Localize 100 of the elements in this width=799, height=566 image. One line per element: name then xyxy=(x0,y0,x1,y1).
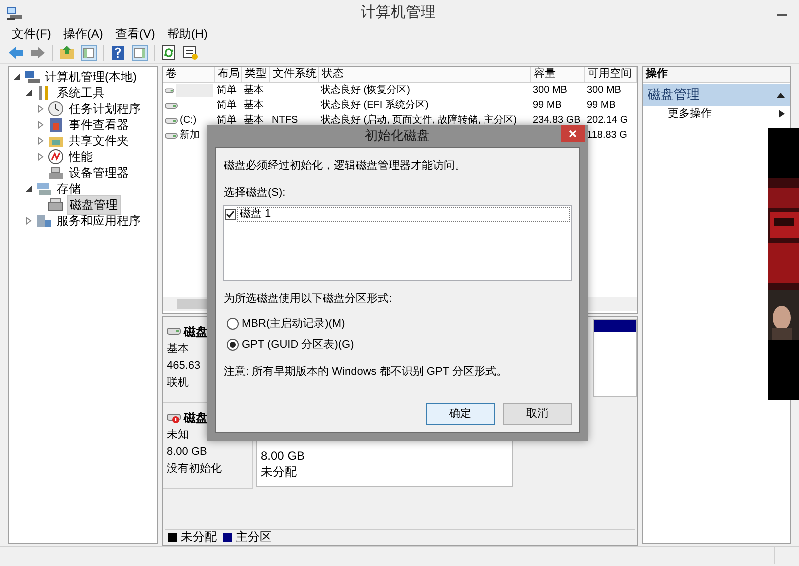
tree-node-icon xyxy=(48,197,64,213)
disk-info-text: 未知 xyxy=(167,428,189,443)
disk-info-text: 没有初始化 xyxy=(167,462,222,477)
expand-arrow-icon[interactable] xyxy=(37,105,45,113)
radio-label[interactable]: MBR(主启动记录)(M) xyxy=(242,316,346,332)
table-cell-text: 状态良好 (启动, 页面文件, 故障转储, 主分区) xyxy=(321,114,518,128)
tree-item[interactable]: 存储 xyxy=(55,180,83,198)
actions-section[interactable]: 磁盘管理 xyxy=(643,84,790,106)
menu-item[interactable]: 查看(V) xyxy=(111,25,160,43)
column-header[interactable]: 状态 xyxy=(319,67,531,82)
tree-item[interactable]: 磁盘管理 xyxy=(67,195,121,215)
actions-header: 操作 xyxy=(643,67,790,83)
disk-info-text: 8.00 GB xyxy=(167,445,208,460)
expand-arrow-icon[interactable] xyxy=(25,217,33,225)
column-header[interactable]: 容量 xyxy=(531,67,585,82)
partition-size: 8.00 GB xyxy=(261,448,306,464)
collapse-arrow-icon[interactable] xyxy=(777,92,785,98)
note-text: 注意: 所有早期版本的 Windows 都不识别 GPT 分区形式。 xyxy=(224,364,508,380)
drive-icon xyxy=(165,132,178,140)
collapse-arrow-icon[interactable] xyxy=(25,185,33,193)
column-header[interactable]: 卷 xyxy=(163,67,215,82)
field-label: 选择磁盘(S): xyxy=(224,186,286,200)
legend-label: 未分配 xyxy=(181,529,217,546)
drive-icon xyxy=(165,86,174,94)
close-button[interactable] xyxy=(561,125,585,142)
table-cell-text: 基本 xyxy=(244,98,264,113)
disk-info-text: 联机 xyxy=(167,376,189,391)
disk-info-text: 465.63 xyxy=(167,359,201,374)
table-cell-text: (C:) xyxy=(180,114,197,128)
panel-icon[interactable] xyxy=(132,44,148,60)
dialog-message: 磁盘必须经过初始化，逻辑磁盘管理器才能访问。 xyxy=(224,158,466,174)
table-cell-text: 234.83 GB xyxy=(533,114,581,128)
computer-icon xyxy=(6,5,22,21)
help-icon[interactable] xyxy=(110,44,126,60)
expand-arrow-icon[interactable] xyxy=(37,137,45,145)
collapse-arrow-icon[interactable] xyxy=(13,73,21,81)
drive-icon xyxy=(165,116,178,124)
expand-arrow-icon[interactable] xyxy=(37,153,45,161)
menu-item[interactable]: 文件(F) xyxy=(8,25,56,43)
column-header[interactable]: 文件系统 xyxy=(270,67,319,82)
column-header[interactable]: 布局 xyxy=(215,67,242,82)
column-header[interactable]: 类型 xyxy=(242,67,270,82)
tree-node-icon xyxy=(48,149,64,165)
properties-icon[interactable] xyxy=(183,44,199,60)
column-header[interactable]: 可用空间 xyxy=(585,67,637,82)
table-cell-text: 300 MB xyxy=(587,84,622,98)
tree-item[interactable]: 性能 xyxy=(67,148,95,166)
tree-item[interactable]: 设备管理器 xyxy=(67,164,131,182)
disk-name: 磁盘 xyxy=(184,324,208,341)
table-cell-text: 新加 xyxy=(180,128,200,143)
tree-node-icon xyxy=(24,69,40,85)
submenu-arrow-icon xyxy=(779,110,785,118)
menu-item[interactable]: 帮助(H) xyxy=(163,25,212,43)
tree-item[interactable]: 计算机管理(本地) xyxy=(43,68,139,86)
dialog-button[interactable]: 确定 xyxy=(426,403,495,425)
table-cell-text: 状态良好 (EFI 系统分区) xyxy=(321,98,429,113)
tree-item[interactable]: 服务和应用程序 xyxy=(55,212,143,230)
menu-item[interactable]: 操作(A) xyxy=(59,25,108,43)
legend-label: 主分区 xyxy=(236,529,272,546)
expand-arrow-icon[interactable] xyxy=(37,121,45,129)
tree-node-icon xyxy=(36,181,52,197)
field-label: 为所选磁盘使用以下磁盘分区形式: xyxy=(224,292,392,307)
dialog-button[interactable]: 取消 xyxy=(503,403,572,425)
table-cell-text: 99 MB xyxy=(533,99,562,113)
back-arrow-icon[interactable] xyxy=(8,44,24,60)
collapse-arrow-icon[interactable] xyxy=(25,89,33,97)
table-cell-text: 基本 xyxy=(244,84,264,98)
checkbox[interactable] xyxy=(225,209,236,220)
table-cell-text: 118.83 G xyxy=(587,129,628,143)
table-cell-text: 99 MB xyxy=(587,99,616,113)
window-title: 计算机管理 xyxy=(360,2,437,23)
forward-arrow-icon[interactable] xyxy=(30,44,46,60)
tree-item[interactable]: 系统工具 xyxy=(55,84,107,102)
radio-button[interactable] xyxy=(227,339,239,352)
action-item[interactable]: 更多操作 xyxy=(668,106,712,122)
radio-button[interactable] xyxy=(227,318,239,330)
disk-name: 磁盘 xyxy=(184,410,208,427)
disk-list[interactable]: 磁盘 1 xyxy=(223,205,572,281)
table-cell-text: 202.14 G xyxy=(587,114,628,128)
tree-node-icon xyxy=(48,117,64,133)
list-item[interactable]: 磁盘 1 xyxy=(237,207,570,222)
drive-icon xyxy=(165,102,178,110)
table-cell-text: 状态良好 (恢复分区) xyxy=(321,84,410,98)
tree-item[interactable]: 事件查看器 xyxy=(67,116,131,134)
radio-label[interactable]: GPT (GUID 分区表)(G) xyxy=(242,337,354,354)
partition-state: 未分配 xyxy=(261,464,298,480)
disk-info-text: 基本 xyxy=(167,342,189,357)
refresh-icon[interactable] xyxy=(161,44,177,60)
table-cell-text: 简单 xyxy=(217,84,237,98)
close-icon xyxy=(569,130,577,138)
table-cell-text: 简单 xyxy=(217,114,237,128)
tree-item[interactable]: 任务计划程序 xyxy=(67,100,143,118)
table-cell-text: NTFS xyxy=(272,114,298,128)
tree-node-icon xyxy=(36,213,52,229)
dialog-title: 初始化磁盘 xyxy=(365,127,430,146)
tree-node-icon xyxy=(48,101,64,117)
table-cell-text: 300 MB xyxy=(533,84,568,98)
folder-up-icon[interactable] xyxy=(59,44,75,60)
tree-item[interactable]: 共享文件夹 xyxy=(67,132,131,150)
panel-icon[interactable] xyxy=(81,44,97,60)
